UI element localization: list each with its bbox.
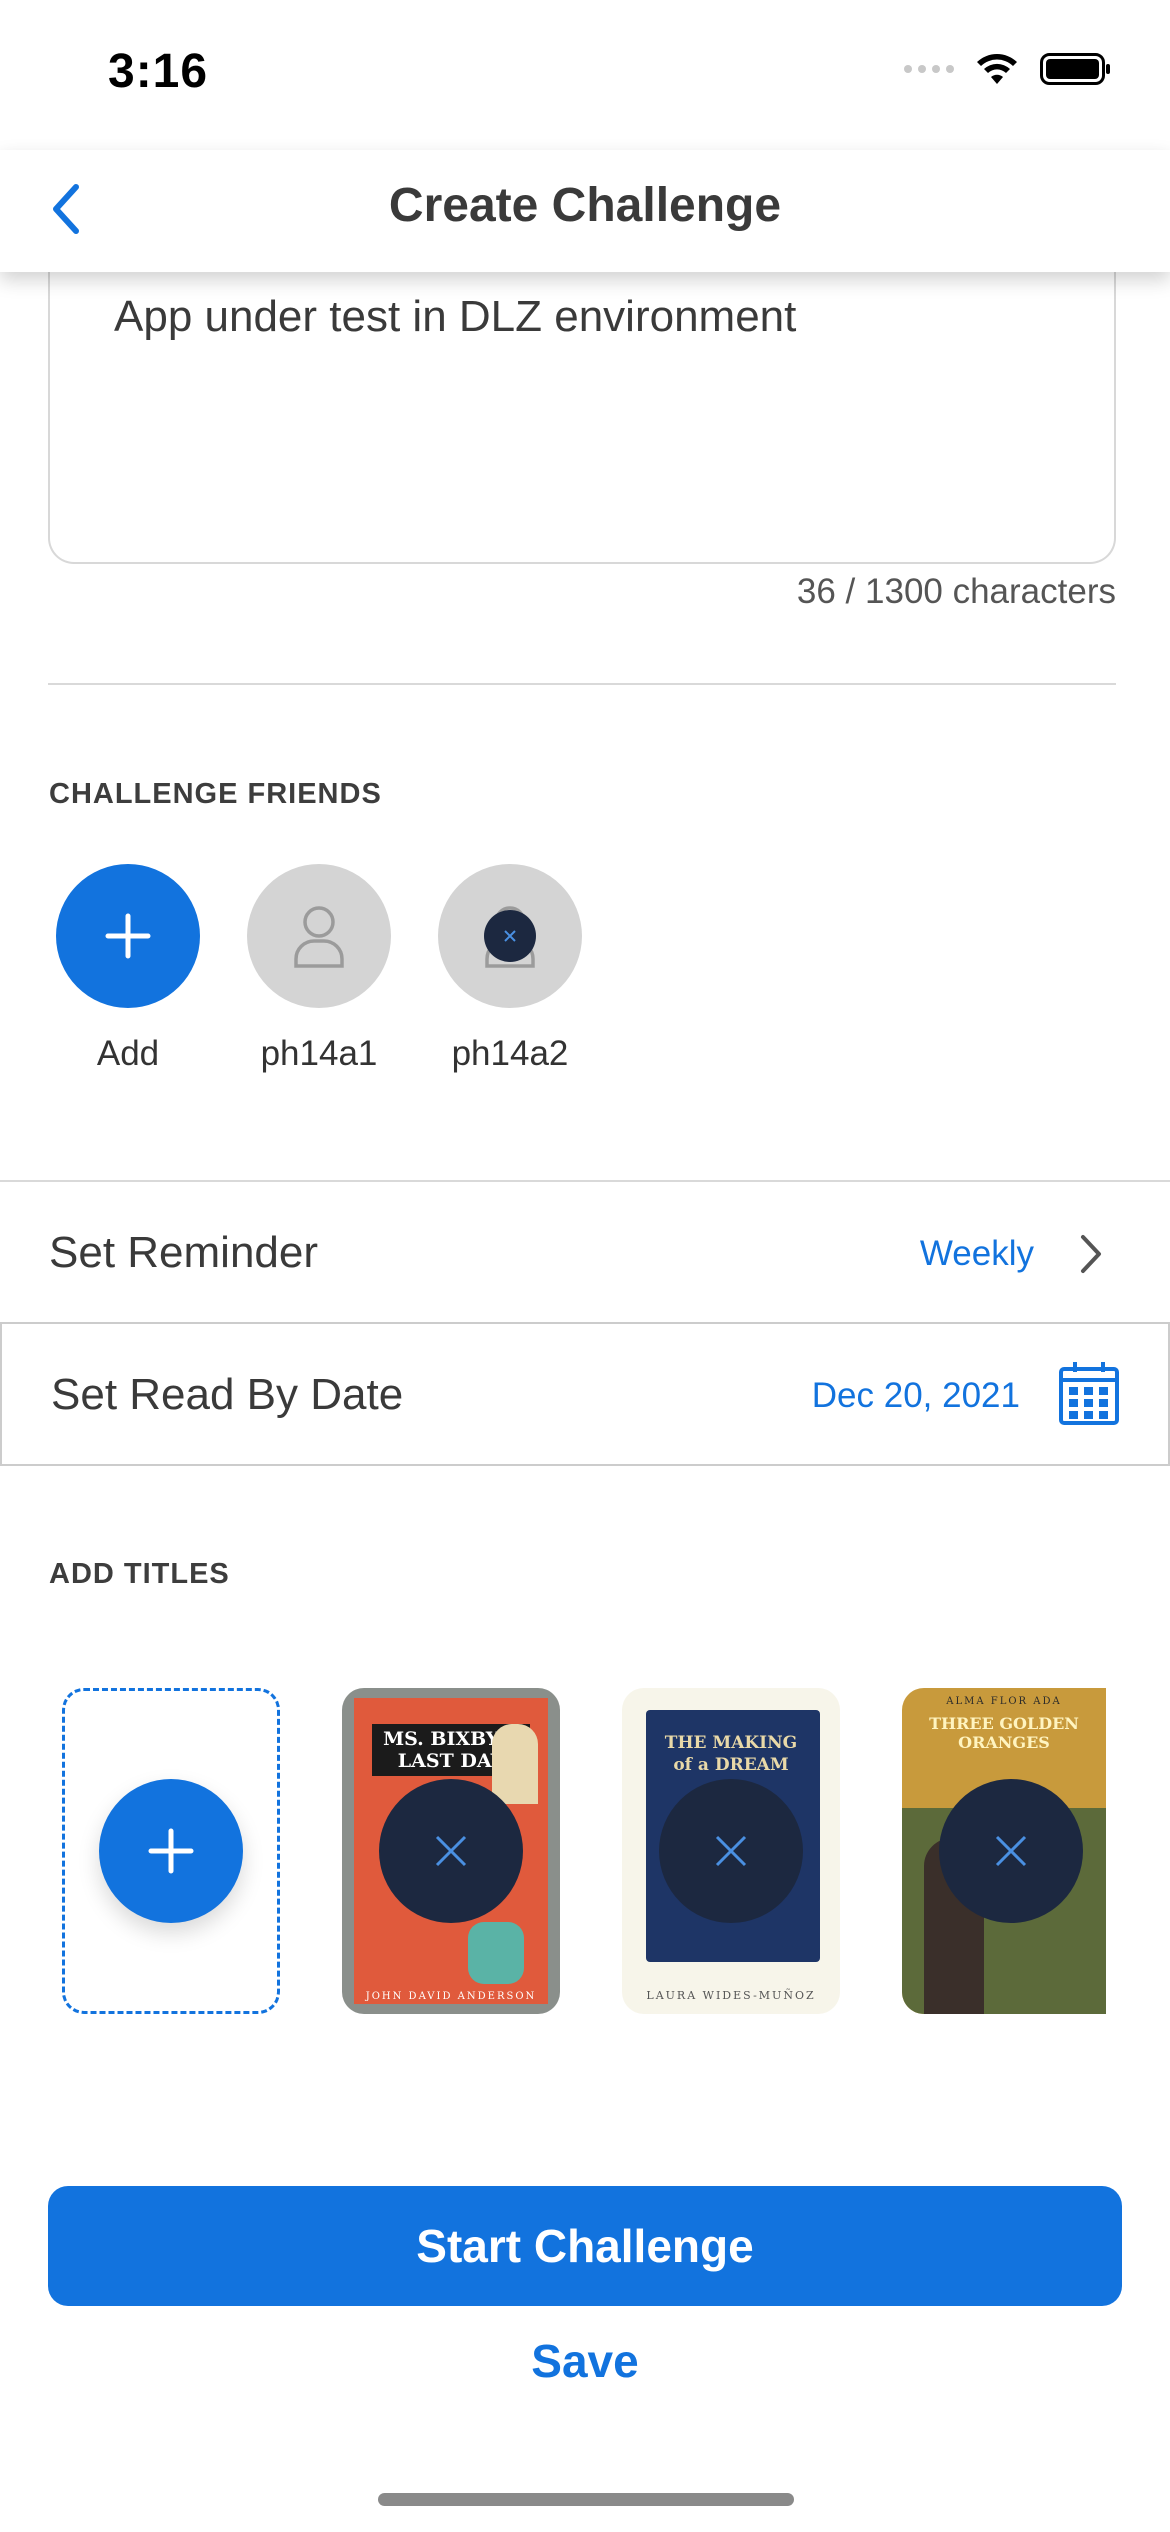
friend-name: ph14a1 (260, 1034, 378, 1073)
book-cover-author: JOHN DAVID ANDERSON (365, 1991, 537, 2002)
book-cover-title: THREE GOLDEN ORANGES (929, 1714, 1079, 1752)
close-icon (435, 1835, 467, 1867)
remove-title-button[interactable] (659, 1779, 803, 1923)
set-read-by-date-row[interactable]: Set Read By Date Dec 20, 2021 (0, 1322, 1170, 1466)
close-icon (504, 930, 516, 942)
book-cover[interactable]: ALMA FLOR ADA THREE GOLDEN ORANGES (902, 1688, 1106, 2014)
add-friend-circle[interactable] (56, 864, 200, 1008)
chevron-right-icon (1081, 1235, 1101, 1273)
status-bar: 3:16 (0, 0, 1170, 150)
remove-title-button[interactable] (379, 1779, 523, 1923)
friend-item[interactable]: ph14a2 (438, 864, 582, 1074)
book-cover[interactable]: THE MAKING of a DREAM LAURA WIDES-MUÑOZ (622, 1688, 840, 2014)
book-cover-author: LAURA WIDES-MUÑOZ (646, 1989, 816, 2002)
remove-friend-button[interactable] (484, 910, 536, 962)
status-icons (904, 52, 1112, 86)
home-indicator[interactable] (378, 2493, 794, 2506)
remove-title-button[interactable] (939, 1779, 1083, 1923)
cellular-signal-icon (904, 65, 954, 73)
friends-list: Add ph14a1 ph14a2 (56, 864, 582, 1074)
plus-icon (148, 1828, 194, 1874)
friend-item[interactable]: ph14a1 (247, 864, 391, 1074)
description-text: App under test in DLZ environment (114, 292, 797, 341)
close-icon (995, 1835, 1027, 1867)
avatar[interactable] (438, 864, 582, 1008)
book-cover-author: ALMA FLOR ADA (946, 1696, 1062, 1707)
save-button[interactable]: Save (0, 2334, 1170, 2388)
wifi-icon (977, 54, 1017, 84)
set-reminder-label: Set Reminder (49, 1228, 319, 1277)
read-by-date-value: Dec 20, 2021 (811, 1376, 1020, 1415)
challenge-friends-heading: CHALLENGE FRIENDS (49, 778, 382, 810)
add-title-card[interactable] (62, 1688, 280, 2014)
plus-icon (105, 913, 151, 959)
friend-name: ph14a2 (451, 1034, 569, 1073)
page-title: Create Challenge (388, 179, 782, 232)
character-count: 36 / 1300 characters (796, 572, 1116, 611)
reminder-value: Weekly (919, 1234, 1034, 1273)
status-time: 3:16 (108, 45, 209, 98)
book-cover-title: THE MAKING of a DREAM (664, 1733, 798, 1775)
close-icon (715, 1835, 747, 1867)
calendar-icon[interactable] (1058, 1360, 1120, 1426)
avatar[interactable] (247, 864, 391, 1008)
add-title-button[interactable] (99, 1779, 243, 1923)
start-challenge-button[interactable]: Start Challenge (48, 2186, 1122, 2306)
divider (48, 683, 1116, 685)
book-cover[interactable]: MS. BIXBY'S LAST DAY JOHN DAVID ANDERSON (342, 1688, 560, 2014)
friend-name: Add (96, 1034, 160, 1073)
battery-icon (1040, 53, 1110, 85)
add-titles-heading: ADD TITLES (49, 1558, 230, 1590)
add-friend-button[interactable]: Add (56, 864, 200, 1074)
navigation-bar: Create Challenge (0, 150, 1170, 272)
titles-list: MS. BIXBY'S LAST DAY JOHN DAVID ANDERSON… (62, 1688, 1106, 2014)
book-cover-art (468, 1922, 524, 1984)
set-read-by-date-label: Set Read By Date (51, 1370, 404, 1419)
description-input[interactable]: App under test in DLZ environment (48, 230, 1116, 564)
book-cover-art (492, 1724, 538, 1804)
user-icon (294, 906, 344, 968)
set-reminder-row[interactable]: Set Reminder Weekly (0, 1180, 1170, 1324)
